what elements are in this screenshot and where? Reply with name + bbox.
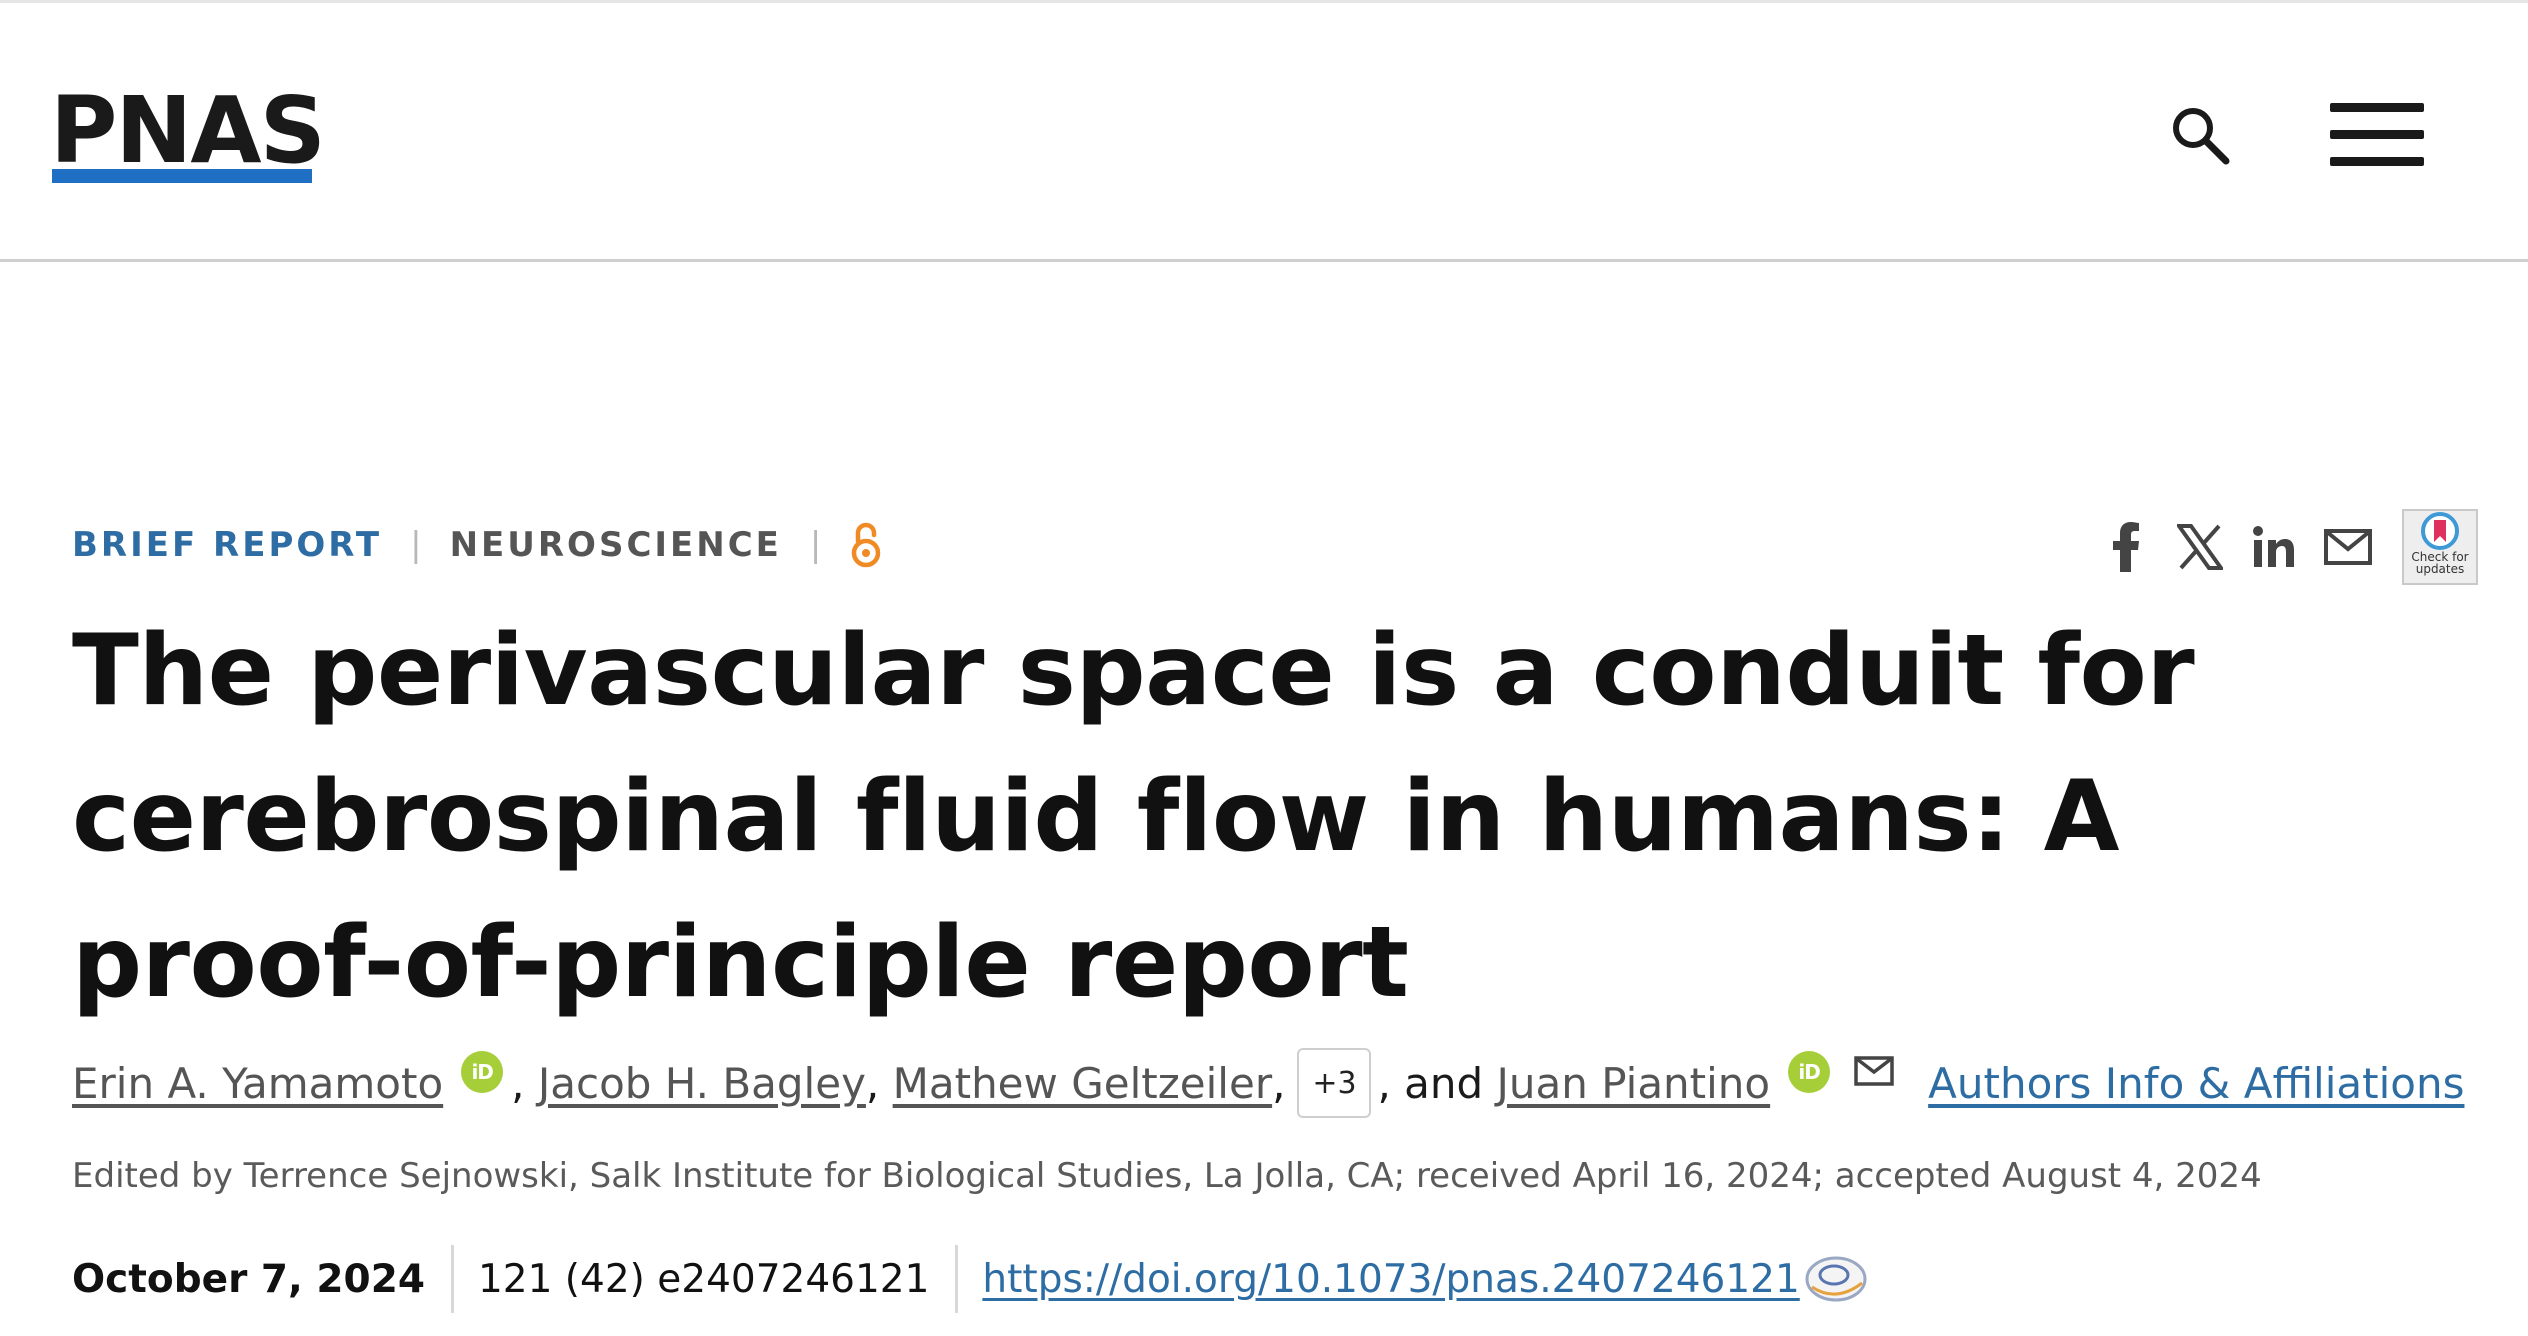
orcid-icon[interactable]: iD xyxy=(1788,1051,1831,1093)
open-access-icon xyxy=(849,521,883,569)
site-header: PNAS xyxy=(0,0,2528,262)
author-separator: , xyxy=(865,1058,893,1108)
article-title: The perivascular space is a conduit for … xyxy=(72,614,2195,1020)
linkedin-icon[interactable] xyxy=(2248,521,2300,573)
share-toolbar: Check for updates xyxy=(2100,506,2478,588)
author-separator: , xyxy=(511,1058,538,1108)
check-updates-text-2: updates xyxy=(2415,562,2465,576)
email-icon[interactable] xyxy=(2322,521,2374,573)
author-link[interactable]: Mathew Geltzeiler xyxy=(893,1059,1272,1108)
author-list: Erin A. Yamamoto iD , Jacob H. Bagley , … xyxy=(72,1048,2464,1118)
authors-affiliations-link[interactable]: Authors Info & Affiliations xyxy=(1928,1059,2464,1108)
more-authors-button[interactable]: +3 xyxy=(1297,1048,1372,1118)
hamburger-menu-icon[interactable] xyxy=(2330,103,2424,169)
author-separator: , xyxy=(1272,1058,1286,1108)
breadcrumb-separator: | xyxy=(410,525,422,565)
publication-date: October 7, 2024 xyxy=(72,1256,425,1302)
pnas-logo[interactable]: PNAS xyxy=(50,83,326,179)
article-breadcrumb: BRIEF REPORT | NEUROSCIENCE | xyxy=(72,520,883,570)
crossmark-icon[interactable] xyxy=(1804,1253,1868,1305)
author-link[interactable]: Juan Piantino xyxy=(1497,1059,1771,1108)
publication-info: October 7, 2024 121 (42) e2407246121 htt… xyxy=(72,1244,1868,1314)
orcid-icon[interactable]: iD xyxy=(461,1051,504,1093)
author-link[interactable]: Jacob H. Bagley xyxy=(538,1059,866,1108)
breadcrumb-separator: | xyxy=(809,525,822,565)
divider xyxy=(450,1245,454,1313)
author-link[interactable]: Erin A. Yamamoto xyxy=(72,1059,443,1108)
article-category-label[interactable]: NEUROSCIENCE xyxy=(450,525,782,565)
facebook-icon[interactable] xyxy=(2100,521,2152,573)
article-type-label[interactable]: BRIEF REPORT xyxy=(72,525,382,565)
logo-underline xyxy=(52,169,312,183)
x-twitter-icon[interactable] xyxy=(2174,521,2226,573)
doi-link[interactable]: https://doi.org/10.1073/pnas.2407246121 xyxy=(982,1257,1799,1302)
editorial-history: Edited by Terrence Sejnowski, Salk Insti… xyxy=(72,1156,2262,1196)
corresponding-author-mail-icon[interactable] xyxy=(1854,1054,1896,1088)
citation-info: 121 (42) e2407246121 xyxy=(477,1256,930,1302)
check-for-updates-badge[interactable]: Check for updates xyxy=(2402,509,2478,585)
author-and-text: , and xyxy=(1377,1058,1484,1108)
divider xyxy=(955,1245,959,1313)
search-icon[interactable] xyxy=(2168,103,2232,167)
crossmark-icon xyxy=(2421,512,2459,550)
